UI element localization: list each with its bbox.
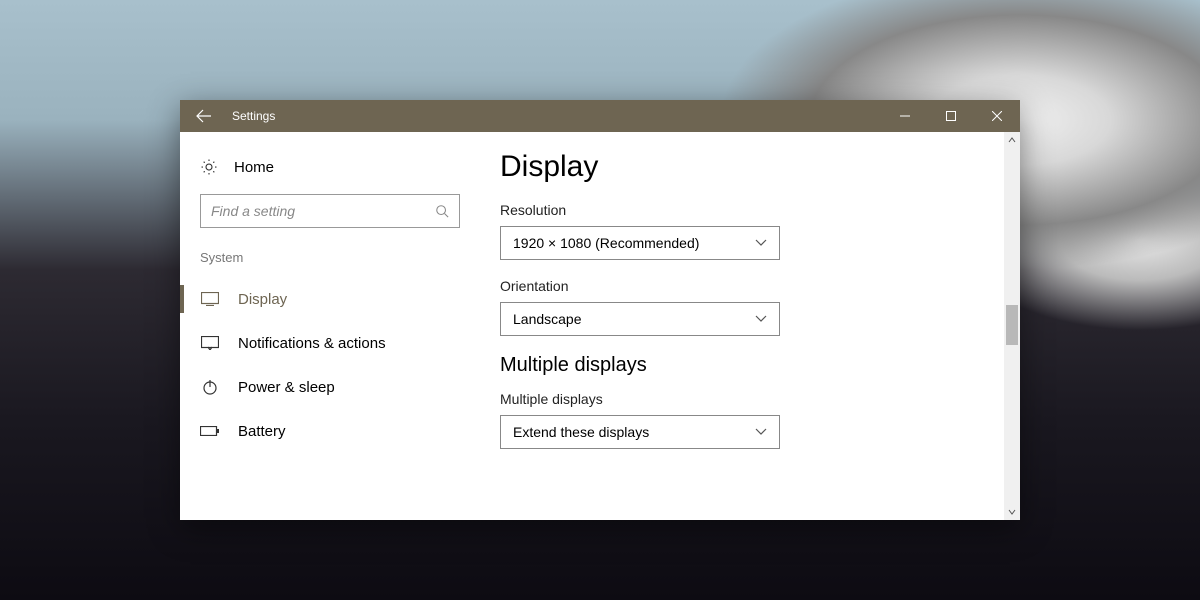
multiple-displays-label: Multiple displays <box>500 391 980 407</box>
sidebar-item-battery[interactable]: Battery <box>180 409 480 453</box>
window-title: Settings <box>228 109 275 123</box>
search-icon <box>435 204 449 218</box>
resolution-value: 1920 × 1080 (Recommended) <box>513 235 699 251</box>
sidebar-item-label: Power & sleep <box>238 379 335 396</box>
scroll-down-button[interactable] <box>1004 504 1020 520</box>
content-pane: Display Resolution 1920 × 1080 (Recommen… <box>480 132 1020 520</box>
sidebar-home[interactable]: Home <box>180 150 480 190</box>
chevron-down-icon <box>1008 509 1016 515</box>
settings-window: Settings Home System <box>180 100 1020 520</box>
sidebar-item-power[interactable]: Power & sleep <box>180 365 480 409</box>
chevron-down-icon <box>755 239 767 247</box>
close-icon <box>992 111 1002 121</box>
sidebar: Home System Display Notifications & <box>180 132 480 520</box>
scroll-thumb[interactable] <box>1006 305 1018 345</box>
chevron-down-icon <box>755 428 767 436</box>
scroll-up-button[interactable] <box>1004 132 1020 148</box>
page-heading: Display <box>500 150 980 184</box>
home-label: Home <box>234 159 274 176</box>
scrollbar[interactable] <box>1004 132 1020 520</box>
multiple-displays-dropdown[interactable]: Extend these displays <box>500 415 780 449</box>
minimize-button[interactable] <box>882 100 928 132</box>
notifications-icon <box>200 336 220 350</box>
multiple-displays-heading: Multiple displays <box>500 354 980 377</box>
chevron-down-icon <box>755 315 767 323</box>
close-button[interactable] <box>974 100 1020 132</box>
orientation-value: Landscape <box>513 311 582 327</box>
sidebar-item-display[interactable]: Display <box>180 277 480 321</box>
orientation-dropdown[interactable]: Landscape <box>500 302 780 336</box>
titlebar: Settings <box>180 100 1020 132</box>
sidebar-item-label: Battery <box>238 423 286 440</box>
maximize-button[interactable] <box>928 100 974 132</box>
search-input[interactable] <box>211 203 435 219</box>
battery-icon <box>200 426 220 436</box>
multiple-displays-value: Extend these displays <box>513 424 649 440</box>
search-box[interactable] <box>200 194 460 228</box>
back-arrow-icon <box>196 108 212 124</box>
minimize-icon <box>900 111 910 121</box>
sidebar-item-label: Notifications & actions <box>238 335 386 352</box>
maximize-icon <box>946 111 956 121</box>
power-icon <box>200 379 220 395</box>
back-button[interactable] <box>180 100 228 132</box>
sidebar-item-notifications[interactable]: Notifications & actions <box>180 321 480 365</box>
orientation-label: Orientation <box>500 278 980 294</box>
display-icon <box>200 292 220 306</box>
sidebar-category: System <box>180 250 480 277</box>
chevron-up-icon <box>1008 137 1016 143</box>
gear-icon <box>200 158 218 176</box>
resolution-dropdown[interactable]: 1920 × 1080 (Recommended) <box>500 226 780 260</box>
scroll-track[interactable] <box>1004 148 1020 504</box>
resolution-label: Resolution <box>500 202 980 218</box>
sidebar-item-label: Display <box>238 291 287 308</box>
